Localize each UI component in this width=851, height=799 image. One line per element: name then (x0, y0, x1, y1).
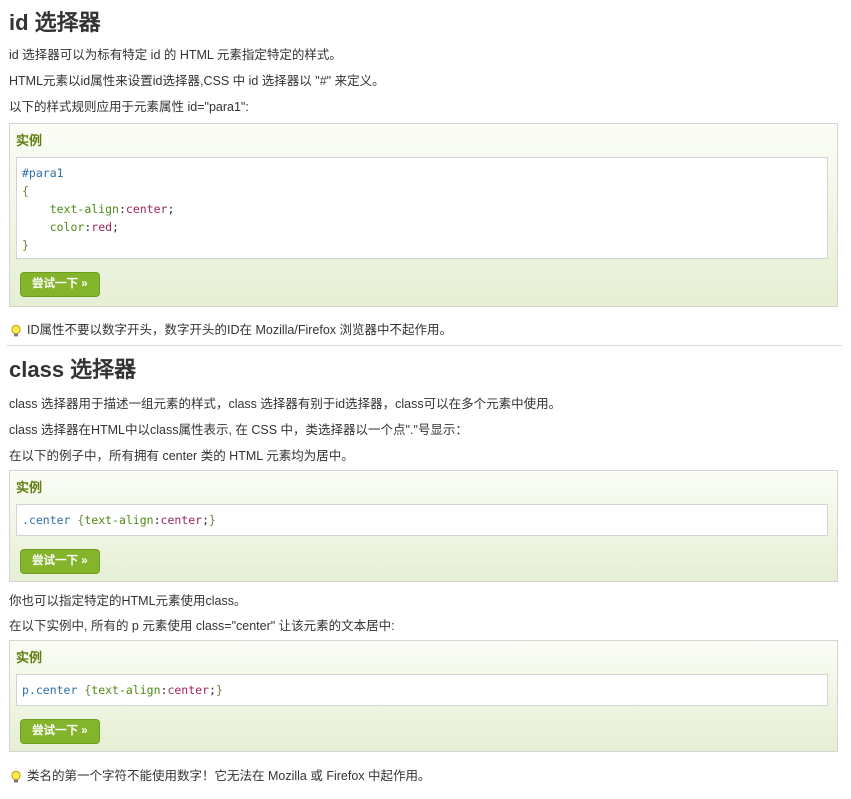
code-block: p.center {text-align:center;} (16, 674, 828, 706)
code-value: red (91, 220, 113, 234)
try-it-button[interactable]: 尝试一下 » (20, 549, 100, 574)
code-selector: #para1 (22, 166, 64, 180)
tip-text: 类名的第一个字符不能使用数字！它无法在 Mozilla 或 Firefox 中起… (27, 769, 431, 783)
example-box: 实例 p.center {text-align:center;} 尝试一下 » (9, 640, 838, 752)
code-selector: .center (22, 513, 71, 527)
tip-text: ID属性不要以数字开头，数字开头的ID在 Mozilla/Firefox 浏览器… (27, 323, 453, 337)
divider (7, 345, 842, 346)
code-selector: p.center (22, 683, 78, 697)
example-heading: 实例 (16, 133, 43, 148)
paragraph: id 选择器可以为标有特定 id 的 HTML 元素指定特定的样式。 (9, 48, 342, 62)
code-value: center (167, 683, 209, 697)
code-brace: } (209, 513, 216, 527)
code-property: color (49, 220, 85, 234)
code-block: .center {text-align:center;} (16, 504, 828, 536)
tip: 类名的第一个字符不能使用数字！它无法在 Mozilla 或 Firefox 中起… (9, 768, 431, 786)
section-title-class: class 选择器 (9, 357, 137, 382)
paragraph: HTML元素以id属性来设置id选择器,CSS 中 id 选择器以 "#" 来定… (9, 74, 385, 88)
example-box: 实例 .center {text-align:center;} 尝试一下 » (9, 470, 838, 582)
code-brace: } (215, 683, 223, 697)
tip: ID属性不要以数字开头，数字开头的ID在 Mozilla/Firefox 浏览器… (9, 322, 452, 340)
paragraph: 在以下的例子中，所有拥有 center 类的 HTML 元素均为居中。 (9, 449, 354, 463)
page: id 选择器 id 选择器可以为标有特定 id 的 HTML 元素指定特定的样式… (0, 0, 851, 799)
try-it-button[interactable]: 尝试一下 » (20, 272, 100, 297)
code-brace: { (22, 184, 29, 198)
paragraph: 在以下实例中, 所有的 p 元素使用 class="center" 让该元素的文… (9, 619, 395, 633)
code-value: center (125, 202, 168, 216)
paragraph: class 选择器用于描述一组元素的样式，class 选择器有别于id选择器，c… (9, 397, 562, 411)
code-block: #para1 { text-align:center; color:red; } (16, 157, 828, 259)
paragraph: 你也可以指定特定的HTML元素使用class。 (9, 594, 247, 608)
code-brace: } (22, 238, 29, 252)
example-box: 实例 #para1 { text-align:center; color:red… (9, 123, 838, 307)
code-property: text-align (84, 513, 154, 527)
code-value: center (160, 513, 203, 527)
code-property: text-align (49, 202, 119, 216)
code-property: text-align (91, 683, 161, 697)
example-heading: 实例 (16, 480, 43, 495)
example-heading: 实例 (16, 650, 43, 665)
lightbulb-icon (9, 324, 23, 338)
lightbulb-icon (9, 770, 23, 784)
paragraph: class 选择器在HTML中以class属性表示, 在 CSS 中，类选择器以… (9, 423, 468, 437)
paragraph: 以下的样式规则应用于元素属性 id="para1": (9, 100, 249, 114)
try-it-button[interactable]: 尝试一下 » (20, 719, 100, 744)
section-title-id: id 选择器 (9, 10, 101, 35)
